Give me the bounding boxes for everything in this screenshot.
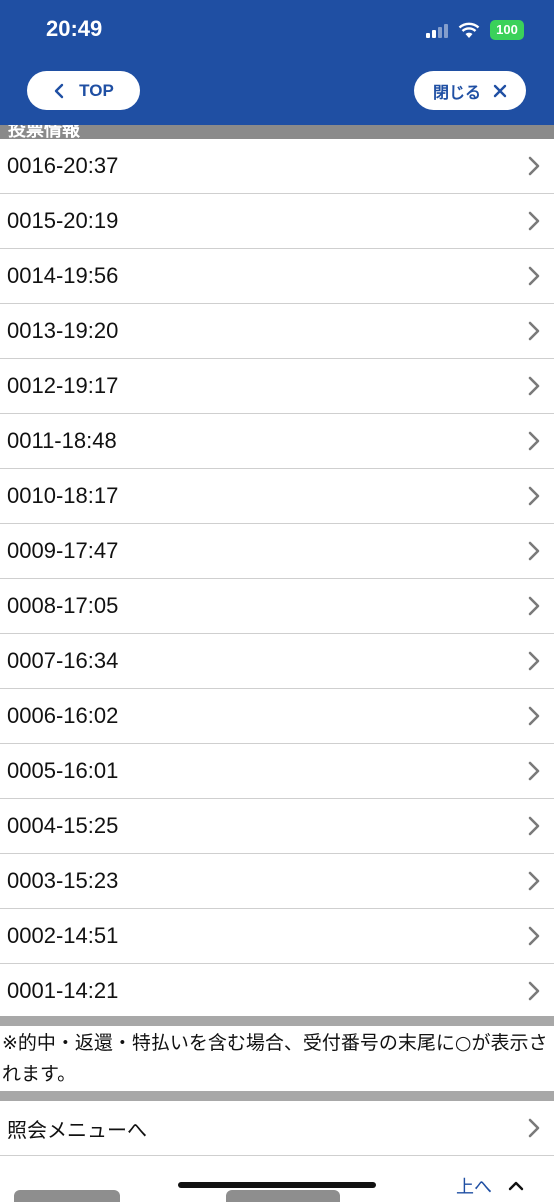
entry-row[interactable]: 0015-20:19 bbox=[0, 194, 554, 249]
chevron-right-icon bbox=[528, 816, 540, 836]
entry-label: 0015-20:19 bbox=[7, 208, 119, 233]
entry-label: 0001-14:21 bbox=[7, 978, 119, 1003]
close-button[interactable]: 閉じる bbox=[414, 71, 526, 110]
chevron-right-icon bbox=[528, 706, 540, 726]
entry-row[interactable]: 0003-15:23 bbox=[0, 854, 554, 909]
close-icon bbox=[493, 84, 507, 97]
wifi-icon bbox=[458, 22, 480, 38]
entry-label: 0007-16:34 bbox=[7, 648, 119, 673]
close-button-label: 閉じる bbox=[432, 84, 481, 102]
section-header: 投票情報 bbox=[0, 125, 554, 139]
entry-label: 0004-15:25 bbox=[7, 813, 119, 838]
chevron-right-icon bbox=[528, 981, 540, 1001]
entry-row[interactable]: 0005-16:01 bbox=[0, 744, 554, 799]
scroll-top-label: 上へ bbox=[456, 1177, 492, 1198]
entry-row[interactable]: 0008-17:05 bbox=[0, 579, 554, 634]
chevron-left-icon bbox=[54, 83, 64, 98]
entry-row[interactable]: 0009-17:47 bbox=[0, 524, 554, 579]
note-text: ※的中・返還・特払いを含む場合、受付番号の末尾に○が表示されます。 bbox=[2, 1032, 548, 1085]
entry-label: 0010-18:17 bbox=[7, 483, 119, 508]
chevron-right-icon bbox=[528, 1118, 540, 1138]
entry-row[interactable]: 0001-14:21 bbox=[0, 964, 554, 1019]
top-button-label: TOP bbox=[79, 80, 114, 100]
status-icons: 100 bbox=[426, 20, 524, 40]
entry-list: 0016-20:37 0015-20:19 0014-19:56 0013-19:20… bbox=[0, 139, 554, 1019]
divider bbox=[0, 1091, 554, 1101]
entry-row[interactable]: 0012-19:17 bbox=[0, 359, 554, 414]
entry-row[interactable]: 0016-20:37 bbox=[0, 139, 554, 194]
entry-label: 0002-14:51 bbox=[7, 923, 119, 948]
inquiry-menu-link[interactable]: 照会メニューへ bbox=[0, 1101, 554, 1156]
scroll-top-link[interactable]: 上へ bbox=[456, 1173, 524, 1199]
top-button[interactable]: TOP bbox=[27, 71, 140, 110]
chevron-right-icon bbox=[528, 211, 540, 231]
chevron-right-icon bbox=[528, 486, 540, 506]
inquiry-menu-label: 照会メニューへ bbox=[7, 1117, 147, 1142]
chevron-up-icon bbox=[508, 1181, 524, 1191]
chevron-right-icon bbox=[528, 431, 540, 451]
chevron-right-icon bbox=[528, 376, 540, 396]
cellular-signal-icon bbox=[426, 22, 448, 38]
app-header: 20:49 100 TOP 閉じる bbox=[0, 0, 554, 128]
entry-row[interactable]: 0010-18:17 bbox=[0, 469, 554, 524]
entry-row[interactable]: 0002-14:51 bbox=[0, 909, 554, 964]
entry-label: 0016-20:37 bbox=[7, 153, 119, 178]
chevron-right-icon bbox=[528, 926, 540, 946]
entry-row[interactable]: 0013-19:20 bbox=[0, 304, 554, 359]
chevron-right-icon bbox=[528, 596, 540, 616]
entry-row[interactable]: 0004-15:25 bbox=[0, 799, 554, 854]
tab-stub bbox=[226, 1190, 340, 1202]
chevron-right-icon bbox=[528, 651, 540, 671]
entry-row[interactable]: 0007-16:34 bbox=[0, 634, 554, 689]
tab-stub bbox=[14, 1190, 120, 1202]
entry-row[interactable]: 0011-18:48 bbox=[0, 414, 554, 469]
chevron-right-icon bbox=[528, 266, 540, 286]
chevron-right-icon bbox=[528, 541, 540, 561]
chevron-right-icon bbox=[528, 761, 540, 781]
entry-label: 0009-17:47 bbox=[7, 538, 119, 563]
divider bbox=[0, 1016, 554, 1026]
chevron-right-icon bbox=[528, 156, 540, 176]
entry-label: 0014-19:56 bbox=[7, 263, 119, 288]
entry-label: 0012-19:17 bbox=[7, 373, 119, 398]
entry-row[interactable]: 0014-19:56 bbox=[0, 249, 554, 304]
battery-icon: 100 bbox=[490, 20, 524, 40]
entry-label: 0011-18:48 bbox=[7, 428, 117, 453]
entry-label: 0013-19:20 bbox=[7, 318, 119, 343]
status-time: 20:49 bbox=[46, 16, 103, 41]
entry-label: 0006-16:02 bbox=[7, 703, 119, 728]
entry-label: 0003-15:23 bbox=[7, 868, 119, 893]
entry-row[interactable]: 0006-16:02 bbox=[0, 689, 554, 744]
entry-label: 0008-17:05 bbox=[7, 593, 119, 618]
home-indicator[interactable] bbox=[178, 1182, 376, 1188]
chevron-right-icon bbox=[528, 871, 540, 891]
chevron-right-icon bbox=[528, 321, 540, 341]
section-title: 投票情報 bbox=[8, 125, 80, 139]
entry-label: 0005-16:01 bbox=[7, 758, 119, 783]
